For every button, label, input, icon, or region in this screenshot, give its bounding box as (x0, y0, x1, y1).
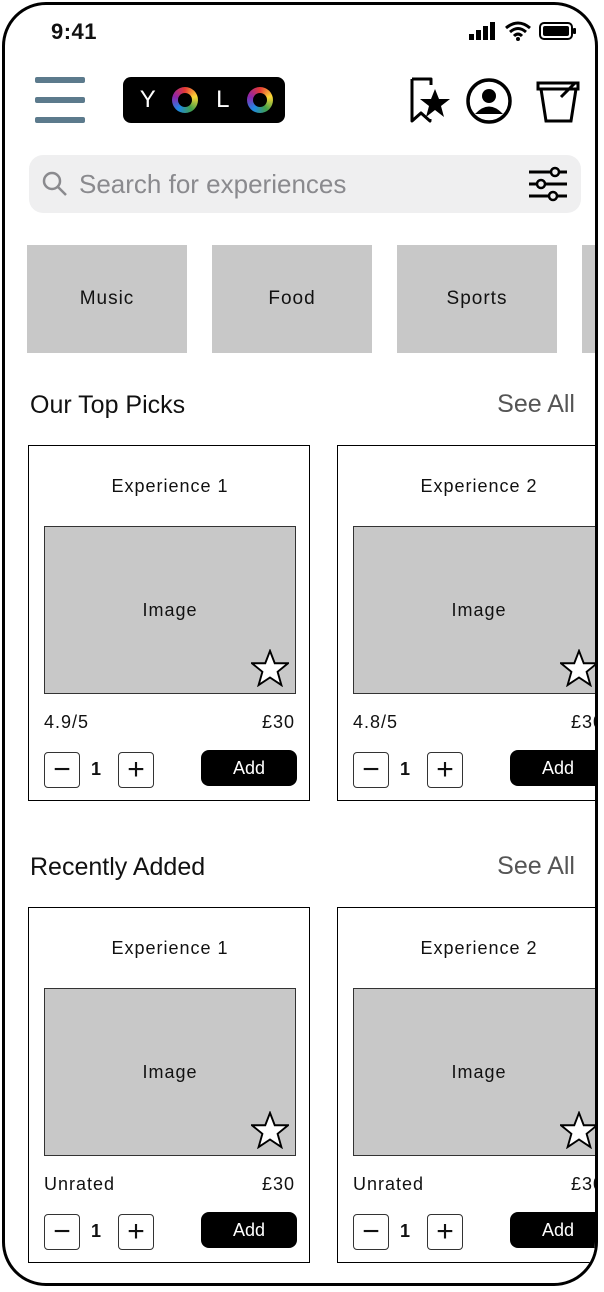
phone-frame: 9:41 Y L Search for experiences Music Fo… (2, 2, 598, 1286)
card-image: Image (353, 988, 598, 1156)
experience-card[interactable]: Experience 1 Image 4.9/5 £30 − 1 + Add (28, 445, 310, 801)
bookmark-star-icon[interactable] (405, 77, 453, 125)
app-logo[interactable]: Y L (123, 77, 285, 123)
category-food[interactable]: Food (212, 245, 372, 353)
card-title: Experience 2 (420, 938, 538, 958)
status-time: 9:41 (51, 19, 98, 44)
search-input[interactable] (77, 167, 501, 201)
logo-letter-l: L (216, 86, 230, 113)
status-icons (469, 21, 577, 41)
decrease-quantity-button[interactable]: − (44, 1214, 80, 1250)
favorite-star-icon[interactable] (251, 649, 289, 687)
image-label: Image (142, 599, 198, 620)
increase-quantity-button[interactable]: + (427, 1214, 463, 1250)
experience-card[interactable]: Experience 1 Image Unrated £30 − 1 + Add (28, 907, 310, 1263)
quantity-value: 1 (400, 759, 411, 779)
add-button[interactable]: Add (201, 1212, 297, 1248)
card-title: Experience 2 (420, 476, 538, 496)
battery-icon (539, 22, 576, 40)
logo-ring-icon (247, 87, 274, 113)
increase-quantity-button[interactable]: + (118, 752, 154, 788)
section-title-top-picks: Our Top Picks (30, 391, 186, 419)
see-all-top-picks[interactable]: See All (497, 390, 575, 419)
quantity-value: 1 (400, 1221, 411, 1241)
card-price: £30 (261, 712, 295, 732)
card-title: Experience 1 (111, 938, 229, 958)
card-image: Image (44, 526, 296, 694)
card-title: Experience 1 (111, 476, 229, 496)
card-price: £30 (570, 712, 595, 732)
card-rating: 4.8/5 (353, 712, 399, 732)
card-image: Image (353, 526, 598, 694)
filter-sliders-icon[interactable] (527, 165, 569, 203)
category-more[interactable] (582, 245, 595, 353)
section-title-recently-added: Recently Added (30, 853, 206, 881)
add-button[interactable]: Add (510, 1212, 595, 1248)
card-price: £30 (570, 1174, 595, 1194)
basket-icon[interactable] (535, 77, 583, 125)
menu-line (35, 117, 85, 123)
category-sports[interactable]: Sports (397, 245, 557, 353)
experience-card[interactable]: Experience 2 Image 4.8/5 £30 − 1 + Add (337, 445, 598, 801)
favorite-star-icon[interactable] (560, 649, 598, 687)
favorite-star-icon[interactable] (251, 1111, 289, 1149)
menu-line (35, 97, 85, 103)
see-all-recently-added[interactable]: See All (497, 852, 575, 881)
image-label: Image (451, 599, 507, 620)
card-image: Image (44, 988, 296, 1156)
card-rating: 4.9/5 (44, 712, 90, 732)
quantity-value: 1 (91, 1221, 102, 1241)
search-icon (42, 171, 67, 196)
increase-quantity-button[interactable]: + (427, 752, 463, 788)
increase-quantity-button[interactable]: + (118, 1214, 154, 1250)
add-button[interactable]: Add (510, 750, 595, 786)
menu-icon[interactable] (35, 77, 85, 123)
favorite-star-icon[interactable] (560, 1111, 598, 1149)
card-price: £30 (261, 1174, 295, 1194)
decrease-quantity-button[interactable]: − (353, 1214, 389, 1250)
wifi-icon (505, 21, 531, 41)
image-label: Image (451, 1061, 507, 1082)
signal-icon (469, 22, 495, 40)
card-rating: Unrated (44, 1174, 116, 1194)
category-music[interactable]: Music (27, 245, 187, 353)
image-label: Image (142, 1061, 198, 1082)
quantity-value: 1 (91, 759, 102, 779)
experience-card[interactable]: Experience 2 Image Unrated £30 − 1 + Add (337, 907, 598, 1263)
decrease-quantity-button[interactable]: − (44, 752, 80, 788)
profile-icon[interactable] (465, 77, 513, 125)
logo-letter-y: Y (139, 86, 156, 113)
menu-line (35, 77, 85, 83)
card-rating: Unrated (353, 1174, 425, 1194)
search-bar[interactable] (29, 155, 581, 213)
add-button[interactable]: Add (201, 750, 297, 786)
decrease-quantity-button[interactable]: − (353, 752, 389, 788)
logo-ring-icon (172, 87, 199, 113)
